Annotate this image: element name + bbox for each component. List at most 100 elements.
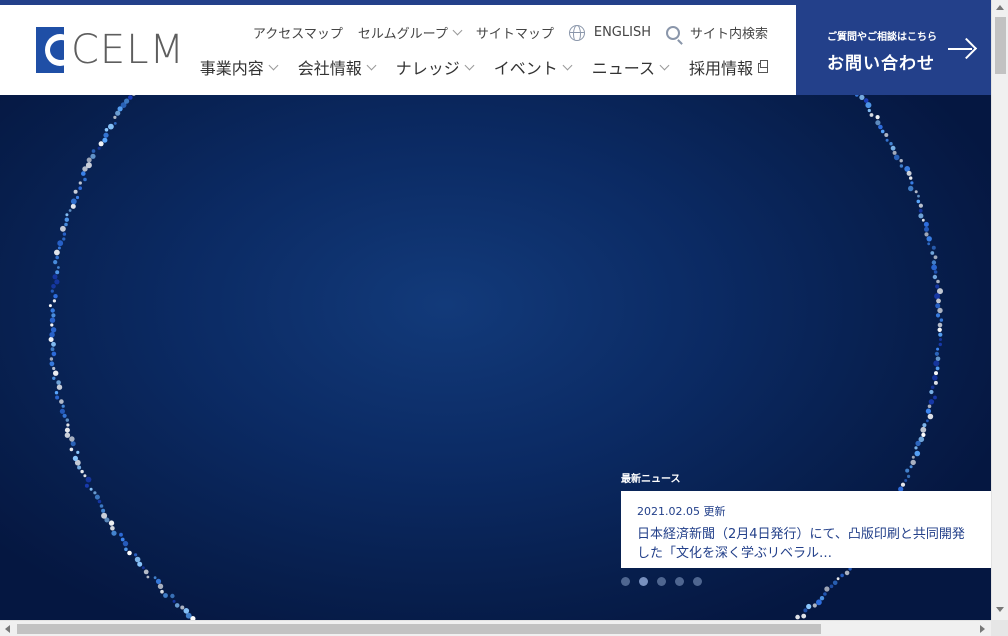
nav-knowledge[interactable]: ナレッジ [396,55,475,79]
ring-dot [867,108,871,113]
slider-dot[interactable] [693,577,702,586]
ring-dot [938,342,942,347]
horizontal-scroll-thumb[interactable] [17,624,821,634]
ring-dot [128,95,133,100]
ring-dot [134,553,138,557]
vertical-scroll-thumb[interactable] [995,17,1006,74]
access-map-link[interactable]: アクセスマップ [253,23,343,42]
ring-dot [55,255,59,260]
ring-dot [933,380,938,385]
ring-dot [185,612,192,619]
latest-news-card[interactable]: 2021.02.05 更新 日本経済新聞（2月4日発行）にて、凸版印刷と共同開発… [621,491,991,568]
ring-dot [57,240,64,247]
ring-dot [113,122,117,125]
ring-dot [932,274,938,280]
chevron-down-icon [452,25,463,36]
ring-dot [122,540,129,547]
slider-pagination [621,577,711,586]
ring-dot [899,159,903,163]
ring-dot [108,520,115,526]
scroll-right-arrow-icon[interactable] [980,625,985,633]
site-search-button[interactable]: サイト内検索 [665,23,768,42]
globe-icon [568,24,585,41]
slider-dot[interactable] [657,577,666,586]
ring-dot [911,455,915,459]
celm-group-link[interactable]: セルムグループ [358,23,463,42]
site-map-link[interactable]: サイトマップ [476,23,554,42]
ring-dot [83,177,87,182]
nav-recruit[interactable]: 採用情報 [689,55,768,79]
ring-dot [890,145,896,151]
slider-dot[interactable] [621,577,630,586]
ring-dot [48,304,52,308]
ring-dot [115,110,121,116]
external-link-icon [758,60,768,73]
ring-dot [110,526,115,531]
ring-dot [844,570,850,576]
english-link[interactable]: ENGLISH [568,24,651,41]
ring-dot [157,583,164,589]
ring-dot [926,419,929,423]
ring-dot [65,418,70,422]
ring-dot [909,465,913,469]
ring-dot [934,293,941,300]
ring-dot [85,476,92,483]
ring-dot [60,225,66,232]
ring-dot [823,592,827,596]
ring-dot [918,213,924,219]
ring-dot [50,347,55,352]
ring-dot [50,289,54,293]
nav-events[interactable]: イベント [494,55,573,79]
ring-dot [909,176,913,180]
ring-dot [72,455,78,461]
ring-dot [910,459,916,466]
ring-dot [98,141,104,147]
ring-dot [75,195,80,200]
ring-dot [97,146,101,150]
ring-dot [103,132,109,138]
ring-dot [53,260,58,265]
ring-dot [936,347,940,351]
site-header: CELM アクセスマップ セルムグループ サイトマップ ENGLISH サイト内… [0,5,796,95]
scroll-left-arrow-icon[interactable] [5,625,10,633]
site-logo[interactable]: CELM [36,27,185,73]
nav-news[interactable]: ニュース [592,55,670,79]
ring-dot [153,576,157,580]
ring-dot [892,150,897,155]
ring-dot [927,242,931,246]
ring-dot [86,157,92,163]
ring-dot [81,171,86,176]
slider-dot[interactable] [675,577,684,586]
ring-dot [55,395,60,400]
ring-dot [70,441,76,447]
ring-dot [931,260,937,265]
nav-company[interactable]: 会社情報 [298,55,377,79]
scroll-down-arrow-icon[interactable] [996,607,1004,612]
ring-dot [939,338,942,341]
ring-dot [935,366,940,371]
ring-dot [163,593,168,598]
ring-dot [137,561,143,567]
ring-dot [875,120,881,126]
ring-dot [52,376,56,380]
ring-dot [930,251,935,255]
ring-dot [917,194,920,198]
ring-dot [146,575,150,579]
ring-dot [819,596,825,601]
ring-dot [93,491,97,495]
ring-dot [48,337,54,342]
ring-dot [101,512,108,519]
scroll-up-arrow-icon[interactable] [996,5,1004,10]
slider-dot[interactable] [639,577,648,586]
ring-dot [54,249,60,256]
contact-button[interactable]: ご質問やご相談はこちら お問い合わせ [796,5,991,95]
ring-dot [829,584,834,589]
nav-business[interactable]: 事業内容 [200,55,279,79]
ring-dot [127,550,132,556]
ring-dot [50,308,55,313]
ring-dot [108,123,114,130]
ring-dot [52,299,57,303]
ring-dot [893,154,900,161]
horizontal-scrollbar[interactable] [0,620,991,636]
vertical-scrollbar[interactable] [991,0,1008,620]
